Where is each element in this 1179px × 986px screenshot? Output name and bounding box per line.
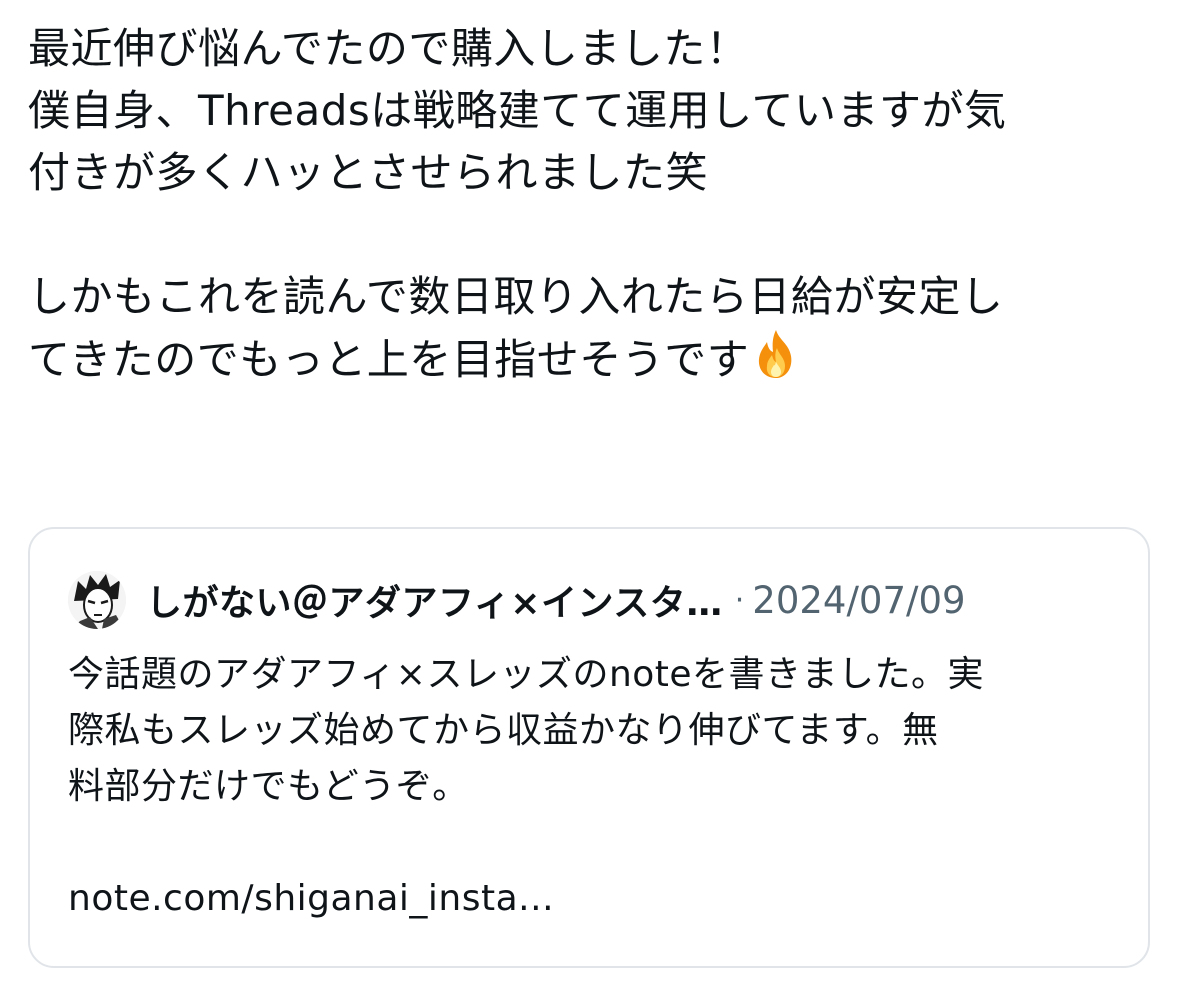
paragraph-break <box>28 204 1153 266</box>
post-text-line: しかもこれを読んで数日取り入れたら日給が安定し <box>28 272 1004 321</box>
quoted-post-card[interactable]: しがない＠アダアフィ×インスタ… · 2024/07/09 今話題のアダアフィ×… <box>28 527 1150 968</box>
author-avatar[interactable] <box>68 571 126 629</box>
note-link[interactable]: note.com/shiganai_insta... <box>68 878 554 919</box>
post-text-line-with-emoji: てきたのでもっと上を目指せそうです <box>28 328 1153 397</box>
post-date[interactable]: 2024/07/09 <box>752 579 965 622</box>
manga-character-avatar-icon <box>68 571 126 629</box>
post-text-line: 僕自身、Threadsは戦略建てて運用していますが気 <box>28 86 1007 135</box>
separator-dot: · <box>734 582 745 618</box>
quoted-link-line: note.com/shiganai_insta... <box>68 871 1128 927</box>
quoted-post-header: しがない＠アダアフィ×インスタ… · 2024/07/09 <box>68 569 966 631</box>
paragraph-break <box>68 815 1128 871</box>
fire-emoji-icon <box>753 328 799 397</box>
quoted-text-line: 料部分だけでもどうぞ。 <box>68 766 469 807</box>
quoted-post-text: 今話題のアダアフィ×スレッズのnoteを書きました。実 際私もスレッズ始めてから… <box>68 647 1128 927</box>
post-text-line: てきたのでもっと上を目指せそうです <box>28 335 750 384</box>
quoted-text-line: 今話題のアダアフィ×スレッズのnoteを書きました。実 <box>68 654 985 695</box>
quoted-text-line: 際私もスレッズ始めてから収益かなり伸びてます。無 <box>68 710 939 751</box>
author-name[interactable]: しがない＠アダアフィ×インスタ… <box>146 574 723 626</box>
post-text-line: 最近伸び悩んでたので購入しました！ <box>28 24 749 73</box>
post-body: 最近伸び悩んでたので購入しました！ 僕自身、Threadsは戦略建てて運用してい… <box>28 18 1153 397</box>
post-text-line: 付きが多くハッとさせられました笑 <box>28 148 709 197</box>
